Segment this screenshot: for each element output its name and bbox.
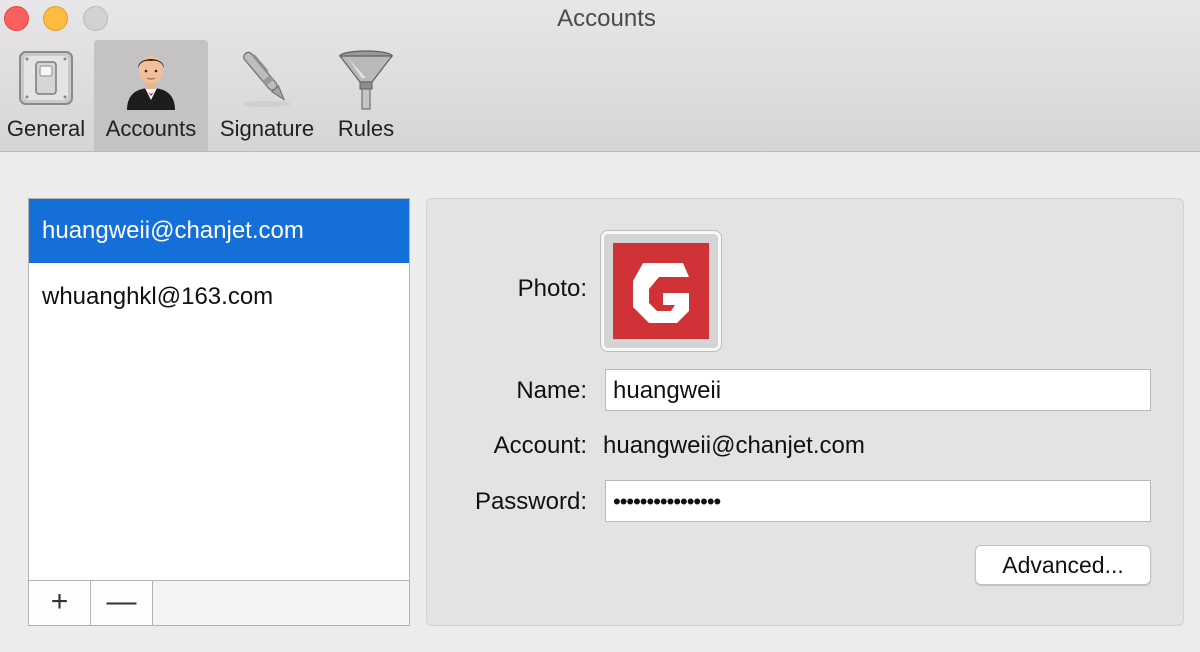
preferences-window: Accounts General Accounts Signature Rule… <box>0 0 1200 652</box>
account-list-item[interactable]: whuanghkl@163.com <box>29 265 409 329</box>
add-account-button[interactable]: + <box>29 581 91 625</box>
tab-rules[interactable]: Rules <box>326 40 406 151</box>
funnel-icon <box>338 50 394 110</box>
logo-icon <box>633 263 689 323</box>
tab-accounts[interactable]: Accounts <box>94 40 208 151</box>
account-label: Account: <box>493 432 587 459</box>
tab-general[interactable]: General <box>0 40 92 151</box>
switch-icon <box>19 51 73 105</box>
tab-label: Signature <box>219 116 315 141</box>
user-avatar-icon <box>127 56 175 110</box>
tab-label: General <box>6 116 86 141</box>
account-detail-panel: Photo: Name: huangweii Account: huangwei… <box>426 198 1184 626</box>
photo-well[interactable] <box>601 231 721 351</box>
password-label: Password: <box>474 488 587 515</box>
tab-label: Rules <box>337 116 395 141</box>
account-list: huangweii@chanjet.com whuanghkl@163.com … <box>28 198 410 626</box>
account-photo <box>613 243 709 339</box>
window-title: Accounts <box>557 5 656 32</box>
remove-account-button[interactable]: — <box>91 581 153 625</box>
pen-icon <box>243 51 291 107</box>
account-list-item[interactable]: huangweii@chanjet.com <box>29 199 409 263</box>
tab-signature[interactable]: Signature <box>212 40 322 151</box>
title-bar: Accounts General Accounts Signature Rule… <box>0 0 1200 152</box>
tab-label: Accounts <box>105 116 197 141</box>
password-field[interactable]: •••••••••••••••• <box>605 480 1151 522</box>
list-buttons-bar: + — <box>29 580 409 625</box>
account-value: huangweii@chanjet.com <box>603 432 865 459</box>
advanced-button[interactable]: Advanced... <box>975 545 1151 585</box>
name-field[interactable]: huangweii <box>605 369 1151 411</box>
photo-label: Photo: <box>517 275 587 302</box>
name-label: Name: <box>516 377 587 404</box>
